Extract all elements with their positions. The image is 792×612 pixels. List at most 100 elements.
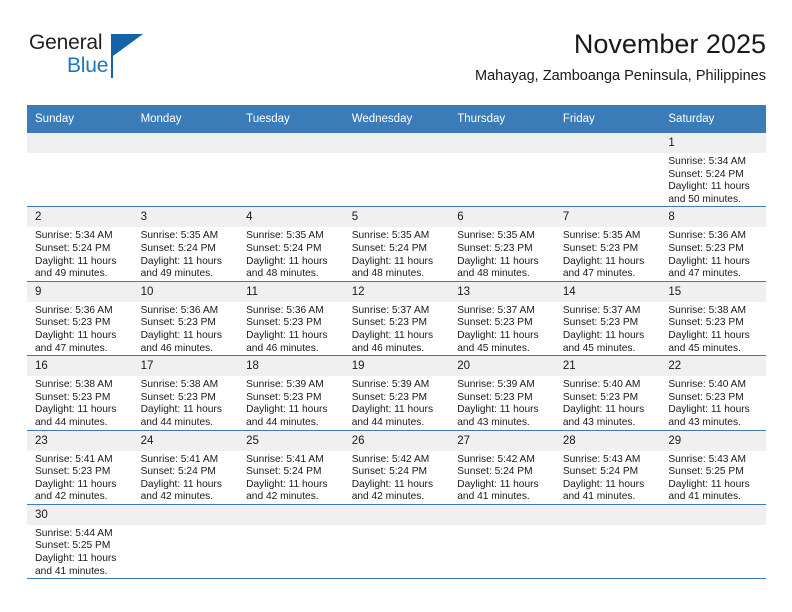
- day-number: 13: [449, 281, 555, 302]
- daylight-text-line2: and 47 minutes.: [668, 268, 741, 280]
- sunset-text: Sunset: 5:23 PM: [351, 391, 428, 403]
- day-number: 11: [238, 281, 344, 302]
- calendar-day-cell[interactable]: 11 Sunrise: 5:36 AM Sunset: 5:23 PM Dayligh…: [238, 281, 344, 357]
- calendar-day-cell[interactable]: 12 Sunrise: 5:37 AM Sunset: 5:23 PM Dayligh…: [343, 281, 450, 357]
- sunset-text: Sunset: 5:25 PM: [668, 466, 744, 478]
- calendar-day-cell[interactable]: 29 Sunrise: 5:43 AM Sunset: 5:25 PM Dayligh…: [660, 430, 766, 505]
- calendar-day-cell[interactable]: 3 Sunrise: 5:35 AM Sunset: 5:24 PM Daylight…: [132, 206, 239, 282]
- daylight-text-line2: and 44 minutes.: [351, 416, 425, 428]
- daylight-text-line2: and 42 minutes.: [246, 491, 319, 503]
- sunset-text: Sunset: 5:25 PM: [35, 540, 111, 552]
- calendar-day-cell[interactable]: 8 Sunrise: 5:36 AM Sunset: 5:23 PM Daylight…: [660, 206, 766, 282]
- daylight-text-line1: Daylight: 11 hours: [246, 478, 328, 490]
- sunset-text: Sunset: 5:24 PM: [457, 466, 533, 478]
- day-number: 18: [238, 356, 344, 377]
- calendar-day-cell[interactable]: 30 Sunrise: 5:44 AM Sunset: 5:25 PM Dayligh…: [27, 504, 133, 580]
- day-number: 3: [132, 207, 239, 228]
- sunrise-text: Sunrise: 5:37 AM: [457, 304, 535, 316]
- sun-info: Sunrise: 5:34 AM Sunset: 5:24 PM Daylight:…: [27, 227, 133, 280]
- day-number: [132, 133, 239, 153]
- calendar-day-cell[interactable]: 27 Sunrise: 5:42 AM Sunset: 5:24 PM Dayligh…: [449, 430, 555, 505]
- calendar-day-cell[interactable]: 2 Sunrise: 5:34 AM Sunset: 5:24 PM Daylight…: [27, 206, 133, 282]
- daylight-text-line1: Daylight: 11 hours: [351, 404, 434, 416]
- calendar-day-cell[interactable]: 21 Sunrise: 5:40 AM Sunset: 5:23 PM Dayligh…: [554, 355, 661, 431]
- sunset-text: Sunset: 5:24 PM: [35, 242, 111, 254]
- daylight-text-line2: and 43 minutes.: [668, 416, 741, 428]
- sunrise-text: Sunrise: 5:38 AM: [668, 304, 746, 316]
- daylight-text-line2: and 43 minutes.: [457, 416, 530, 428]
- calendar-day-cell[interactable]: 24 Sunrise: 5:41 AM Sunset: 5:24 PM Dayligh…: [132, 430, 239, 505]
- calendar-day-cell[interactable]: 28 Sunrise: 5:43 AM Sunset: 5:24 PM Dayligh…: [554, 430, 661, 505]
- calendar-day-cell[interactable]: 9 Sunrise: 5:36 AM Sunset: 5:23 PM Daylight…: [27, 281, 133, 357]
- logo-text-general: General: [29, 31, 103, 54]
- calendar-day-cell[interactable]: 26 Sunrise: 5:42 AM Sunset: 5:24 PM Dayligh…: [343, 430, 450, 505]
- sunrise-text: Sunrise: 5:36 AM: [35, 304, 113, 316]
- calendar-day-cell[interactable]: 4 Sunrise: 5:35 AM Sunset: 5:24 PM Daylight…: [238, 206, 344, 282]
- day-number: 28: [554, 430, 661, 451]
- daylight-text-line2: and 48 minutes.: [351, 268, 425, 280]
- day-number: 30: [27, 504, 133, 525]
- day-number: [343, 133, 450, 153]
- calendar-day-cell-empty: [27, 133, 133, 208]
- sunset-text: Sunset: 5:23 PM: [562, 391, 639, 403]
- calendar-day-cell[interactable]: 16 Sunrise: 5:38 AM Sunset: 5:23 PM Dayligh…: [27, 355, 133, 431]
- daylight-text-line2: and 44 minutes.: [35, 416, 108, 428]
- calendar-day-cell[interactable]: 20 Sunrise: 5:39 AM Sunset: 5:23 PM Dayligh…: [449, 355, 555, 431]
- calendar-day-cell[interactable]: 7 Sunrise: 5:35 AM Sunset: 5:23 PM Daylight…: [554, 206, 661, 282]
- sunrise-text: Sunrise: 5:37 AM: [351, 304, 430, 316]
- calendar-day-cell[interactable]: 14 Sunrise: 5:37 AM Sunset: 5:23 PM Dayligh…: [554, 281, 661, 357]
- daylight-text-line2: and 46 minutes.: [140, 342, 214, 354]
- daylight-text-line1: Daylight: 11 hours: [246, 255, 328, 267]
- sun-info: Sunrise: 5:39 AM Sunset: 5:23 PM Daylight:…: [238, 376, 344, 429]
- daylight-text-line1: Daylight: 11 hours: [351, 255, 434, 267]
- sun-info: Sunrise: 5:44 AM Sunset: 5:25 PM Daylight:…: [27, 525, 133, 578]
- calendar-day-cell-empty: [343, 133, 450, 208]
- sun-info: Sunrise: 5:39 AM Sunset: 5:23 PM Daylight:…: [449, 376, 555, 429]
- general-blue-logo[interactable]: General Blue: [29, 32, 169, 86]
- day-number: 25: [238, 430, 344, 451]
- daylight-text-line1: Daylight: 11 hours: [35, 404, 117, 416]
- day-number: 23: [27, 430, 133, 451]
- calendar-day-cell[interactable]: 17 Sunrise: 5:38 AM Sunset: 5:23 PM Dayligh…: [132, 355, 239, 431]
- calendar-day-cell[interactable]: 6 Sunrise: 5:35 AM Sunset: 5:23 PM Daylight…: [449, 206, 555, 282]
- day-number: 16: [27, 356, 133, 377]
- day-number: [343, 504, 450, 525]
- weekday-header-sunday: Sunday: [27, 105, 133, 133]
- sunset-text: Sunset: 5:23 PM: [246, 317, 322, 329]
- daylight-text-line2: and 44 minutes.: [140, 416, 214, 428]
- daylight-text-line1: Daylight: 11 hours: [35, 255, 117, 267]
- calendar-day-cell[interactable]: 15 Sunrise: 5:38 AM Sunset: 5:23 PM Dayligh…: [660, 281, 766, 357]
- sunset-text: Sunset: 5:23 PM: [140, 317, 216, 329]
- weekday-header-monday: Monday: [132, 105, 239, 133]
- calendar-day-cell[interactable]: 5 Sunrise: 5:35 AM Sunset: 5:24 PM Daylight…: [343, 206, 450, 282]
- sun-info: Sunrise: 5:35 AM Sunset: 5:24 PM Daylight:…: [133, 227, 239, 280]
- sunset-text: Sunset: 5:24 PM: [351, 466, 428, 478]
- calendar-day-cell[interactable]: 1 Sunrise: 5:34 AM Sunset: 5:24 PM Daylight…: [660, 133, 766, 208]
- page-title: November 2025: [573, 29, 766, 59]
- calendar-day-cell[interactable]: 23 Sunrise: 5:41 AM Sunset: 5:23 PM Dayligh…: [27, 430, 133, 505]
- day-number: 2: [27, 207, 133, 228]
- daylight-text-line2: and 42 minutes.: [35, 491, 108, 503]
- sunset-text: Sunset: 5:23 PM: [668, 242, 744, 254]
- sun-info: Sunrise: 5:38 AM Sunset: 5:23 PM Daylight:…: [660, 302, 766, 355]
- calendar-header-row: Sunday Monday Tuesday Wednesday Thursday…: [27, 105, 766, 133]
- sun-info: Sunrise: 5:37 AM Sunset: 5:23 PM Daylight:…: [449, 302, 555, 355]
- sunset-text: Sunset: 5:23 PM: [35, 317, 111, 329]
- day-number: 22: [660, 356, 766, 377]
- calendar-week-row: 9 Sunrise: 5:36 AM Sunset: 5:23 PM Daylight…: [27, 281, 766, 357]
- daylight-text-line2: and 48 minutes.: [457, 268, 530, 280]
- sunrise-text: Sunrise: 5:39 AM: [351, 379, 430, 391]
- day-number: 24: [132, 430, 239, 451]
- calendar-day-cell[interactable]: 18 Sunrise: 5:39 AM Sunset: 5:23 PM Dayligh…: [238, 355, 344, 431]
- daylight-text-line2: and 45 minutes.: [457, 342, 530, 354]
- calendar-day-cell[interactable]: 22 Sunrise: 5:40 AM Sunset: 5:23 PM Dayligh…: [660, 355, 766, 431]
- weekday-header-thursday: Thursday: [449, 105, 555, 133]
- sunrise-text: Sunrise: 5:35 AM: [457, 230, 535, 242]
- calendar-day-cell-empty: [449, 133, 555, 208]
- day-number: [554, 133, 661, 153]
- calendar-day-cell[interactable]: 19 Sunrise: 5:39 AM Sunset: 5:23 PM Dayligh…: [343, 355, 450, 431]
- calendar-day-cell[interactable]: 13 Sunrise: 5:37 AM Sunset: 5:23 PM Dayligh…: [449, 281, 555, 357]
- calendar-day-cell[interactable]: 25 Sunrise: 5:41 AM Sunset: 5:24 PM Dayligh…: [238, 430, 344, 505]
- daylight-text-line1: Daylight: 11 hours: [562, 329, 645, 341]
- calendar-day-cell[interactable]: 10 Sunrise: 5:36 AM Sunset: 5:23 PM Dayligh…: [132, 281, 239, 357]
